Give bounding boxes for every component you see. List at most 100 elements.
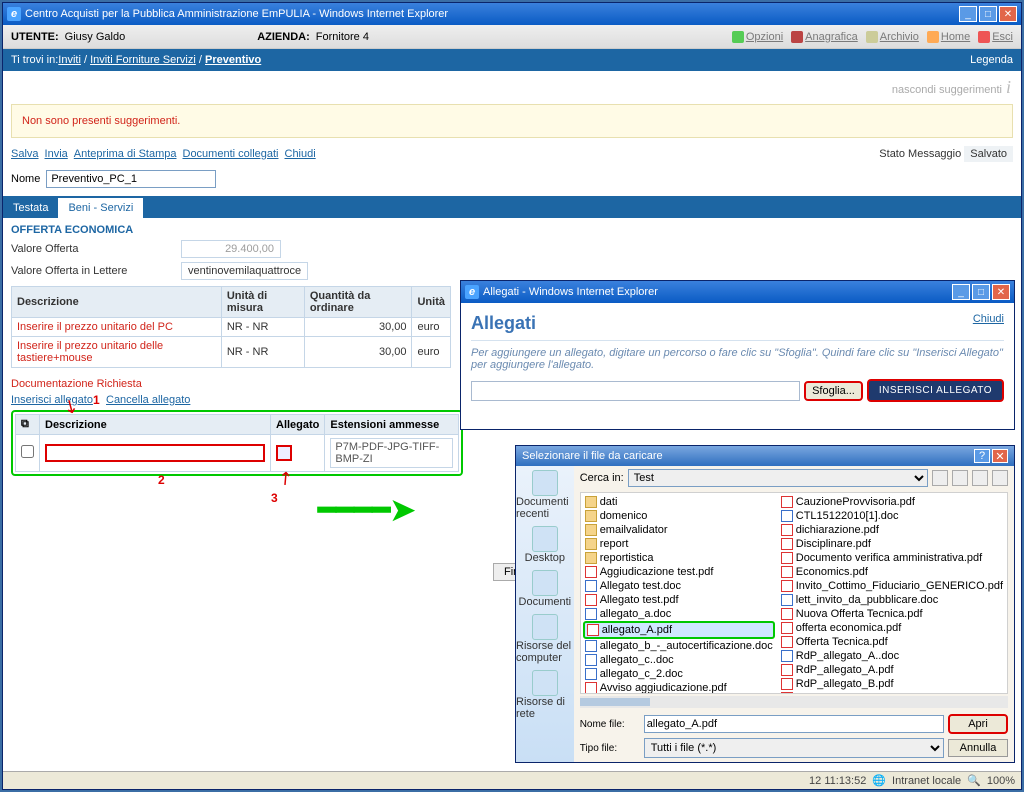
opzioni-link[interactable]: Opzioni [732, 31, 783, 43]
file-item[interactable]: Invito_Cottimo_Fiduciario_GENERICO.pdf [779, 579, 1005, 593]
action-row: Salva Invia Anteprima di Stampa Document… [3, 138, 1021, 170]
file-item[interactable]: Offerta Tecnica.pdf [779, 635, 1005, 649]
file-item[interactable]: Disciplinare.pdf [779, 537, 1005, 551]
file-dialog-close-button[interactable]: ✕ [992, 449, 1008, 463]
apri-button[interactable]: Apri [948, 714, 1008, 734]
status-label: Stato Messaggio Salvato [879, 146, 1013, 162]
folder-icon [585, 538, 597, 550]
chiudi-link[interactable]: Chiudi [285, 148, 316, 160]
salva-link[interactable]: Salva [11, 148, 39, 160]
file-dialog-sidebar: Documenti recenti Desktop Documenti Riso… [516, 466, 574, 762]
file-item[interactable]: Economics.pdf [779, 565, 1005, 579]
file-item[interactable]: domenico [583, 509, 775, 523]
tipo-file-select[interactable]: Tutti i file (*.*) [644, 738, 944, 758]
legenda-link[interactable]: Legenda [970, 54, 1013, 66]
file-item[interactable]: allegato_a.doc [583, 607, 775, 621]
allegato-path-input[interactable] [471, 381, 800, 401]
file-item[interactable]: CauzioneProvvisoria.pdf [779, 495, 1005, 509]
tab-beni-servizi[interactable]: Beni - Servizi [58, 198, 143, 218]
popup-close-button[interactable]: ✕ [992, 284, 1010, 300]
pdf-icon [781, 538, 793, 550]
folder-select[interactable]: Test [628, 469, 928, 487]
chiudi-link[interactable]: Chiudi [973, 313, 1004, 325]
documenti-link[interactable]: Documenti collegati [183, 148, 279, 160]
file-item[interactable]: allegato_c..doc [583, 653, 775, 667]
breadcrumb-inviti[interactable]: Inviti [58, 54, 81, 66]
esci-link[interactable]: Esci [978, 31, 1013, 43]
file-item[interactable]: Documento verifica amministrativa.pdf [779, 551, 1005, 565]
horizontal-scrollbar[interactable] [580, 696, 1008, 708]
file-item[interactable]: Allegato test.doc [583, 579, 775, 593]
back-icon[interactable] [932, 470, 948, 486]
hide-hints[interactable]: nascondi suggerimentii [3, 71, 1021, 104]
close-button[interactable]: ✕ [999, 6, 1017, 22]
main-titlebar: e Centro Acquisti per la Pubblica Ammini… [3, 3, 1021, 25]
breadcrumb-preventivo[interactable]: Preventivo [205, 54, 261, 66]
up-icon[interactable] [952, 470, 968, 486]
newfolder-icon[interactable] [972, 470, 988, 486]
descrizione-input[interactable] [45, 444, 265, 462]
file-list[interactable]: datidomenicoemailvalidatorreportreportis… [580, 492, 1008, 694]
nome-input[interactable] [46, 170, 216, 188]
file-item[interactable]: reportistica [583, 551, 775, 565]
doc-icon [585, 654, 597, 666]
file-item[interactable]: allegato_b_-_autocertificazione.doc [583, 639, 775, 653]
pdf-icon [781, 524, 793, 536]
breadcrumb-forniture[interactable]: Inviti Forniture Servizi [90, 54, 196, 66]
minimize-button[interactable]: _ [959, 6, 977, 22]
file-item[interactable]: Aggiudicazione test.pdf [583, 565, 775, 579]
doc-table: ⧉ Descrizione Allegato Estensioni ammess… [15, 414, 459, 472]
archivio-link[interactable]: Archivio [866, 31, 919, 43]
home-link[interactable]: Home [927, 31, 970, 43]
file-item[interactable]: allegato_c_2.doc [583, 667, 775, 681]
side-risorse-rete[interactable]: Risorse di rete [516, 670, 574, 720]
hdr-select: ⧉ [16, 415, 40, 435]
file-item[interactable]: CTL15122010[1].doc [779, 509, 1005, 523]
file-item[interactable]: Schema offerta economica.pdf [779, 691, 1005, 694]
side-risorse-computer[interactable]: Risorse del computer [516, 614, 574, 664]
file-item[interactable]: Nuova Offerta Tecnica.pdf [779, 607, 1005, 621]
val-offerta-value: 29.400,00 [181, 240, 281, 258]
file-item[interactable]: emailvalidator [583, 523, 775, 537]
file-dialog-help-button[interactable]: ? [974, 449, 990, 463]
anteprima-link[interactable]: Anteprima di Stampa [74, 148, 177, 160]
side-documenti[interactable]: Documenti [519, 570, 572, 608]
table-row[interactable]: Inserire il prezzo unitario delle tastie… [12, 337, 451, 368]
cancella-allegato-link[interactable]: Cancella allegato [106, 394, 190, 406]
file-item[interactable]: RdP_allegato_A..doc [779, 649, 1005, 663]
row-checkbox[interactable] [21, 445, 34, 458]
anagrafica-link[interactable]: Anagrafica [791, 31, 858, 43]
utente-label: UTENTE: [11, 31, 59, 43]
popup-minimize-button[interactable]: _ [952, 284, 970, 300]
file-item[interactable]: lett_invito_da_pubblicare.doc [779, 593, 1005, 607]
maximize-button[interactable]: □ [979, 6, 997, 22]
file-item[interactable]: allegato_A.pdf [583, 621, 775, 639]
file-item[interactable]: report [583, 537, 775, 551]
side-documenti-recenti[interactable]: Documenti recenti [516, 470, 574, 520]
annulla-button[interactable]: Annulla [948, 739, 1008, 757]
table-row[interactable]: Inserire il prezzo unitario del PC NR - … [12, 318, 451, 337]
file-item[interactable]: dati [583, 495, 775, 509]
file-item[interactable]: RdP_allegato_B.pdf [779, 677, 1005, 691]
doc-icon [781, 594, 793, 606]
doc-icon [781, 650, 793, 662]
allegato-file-button[interactable] [276, 445, 292, 461]
invia-link[interactable]: Invia [45, 148, 68, 160]
file-item[interactable]: offerta economica.pdf [779, 621, 1005, 635]
annotation-1: 1 [93, 393, 100, 407]
file-item[interactable]: RdP_allegato_A.pdf [779, 663, 1005, 677]
allegati-hint: Per aggiungere un allegato, digitare un … [471, 347, 1004, 371]
popup-maximize-button[interactable]: □ [972, 284, 990, 300]
view-icon[interactable] [992, 470, 1008, 486]
nome-file-input[interactable] [644, 715, 944, 733]
pdf-icon [587, 624, 599, 636]
inserisci-allegato-button[interactable]: INSERISCI ALLEGATO [867, 379, 1004, 402]
file-item[interactable]: dichiarazione.pdf [779, 523, 1005, 537]
side-desktop[interactable]: Desktop [525, 526, 565, 564]
tab-testata[interactable]: Testata [3, 198, 58, 218]
sfoglia-button[interactable]: Sfoglia... [804, 381, 863, 401]
file-dialog-title: Selezionare il file da caricare [522, 450, 974, 462]
file-item[interactable]: Allegato test.pdf [583, 593, 775, 607]
file-item[interactable]: Avviso aggiudicazione.pdf [583, 681, 775, 694]
allegati-titlebar: e Allegati - Windows Internet Explorer _… [461, 281, 1014, 303]
